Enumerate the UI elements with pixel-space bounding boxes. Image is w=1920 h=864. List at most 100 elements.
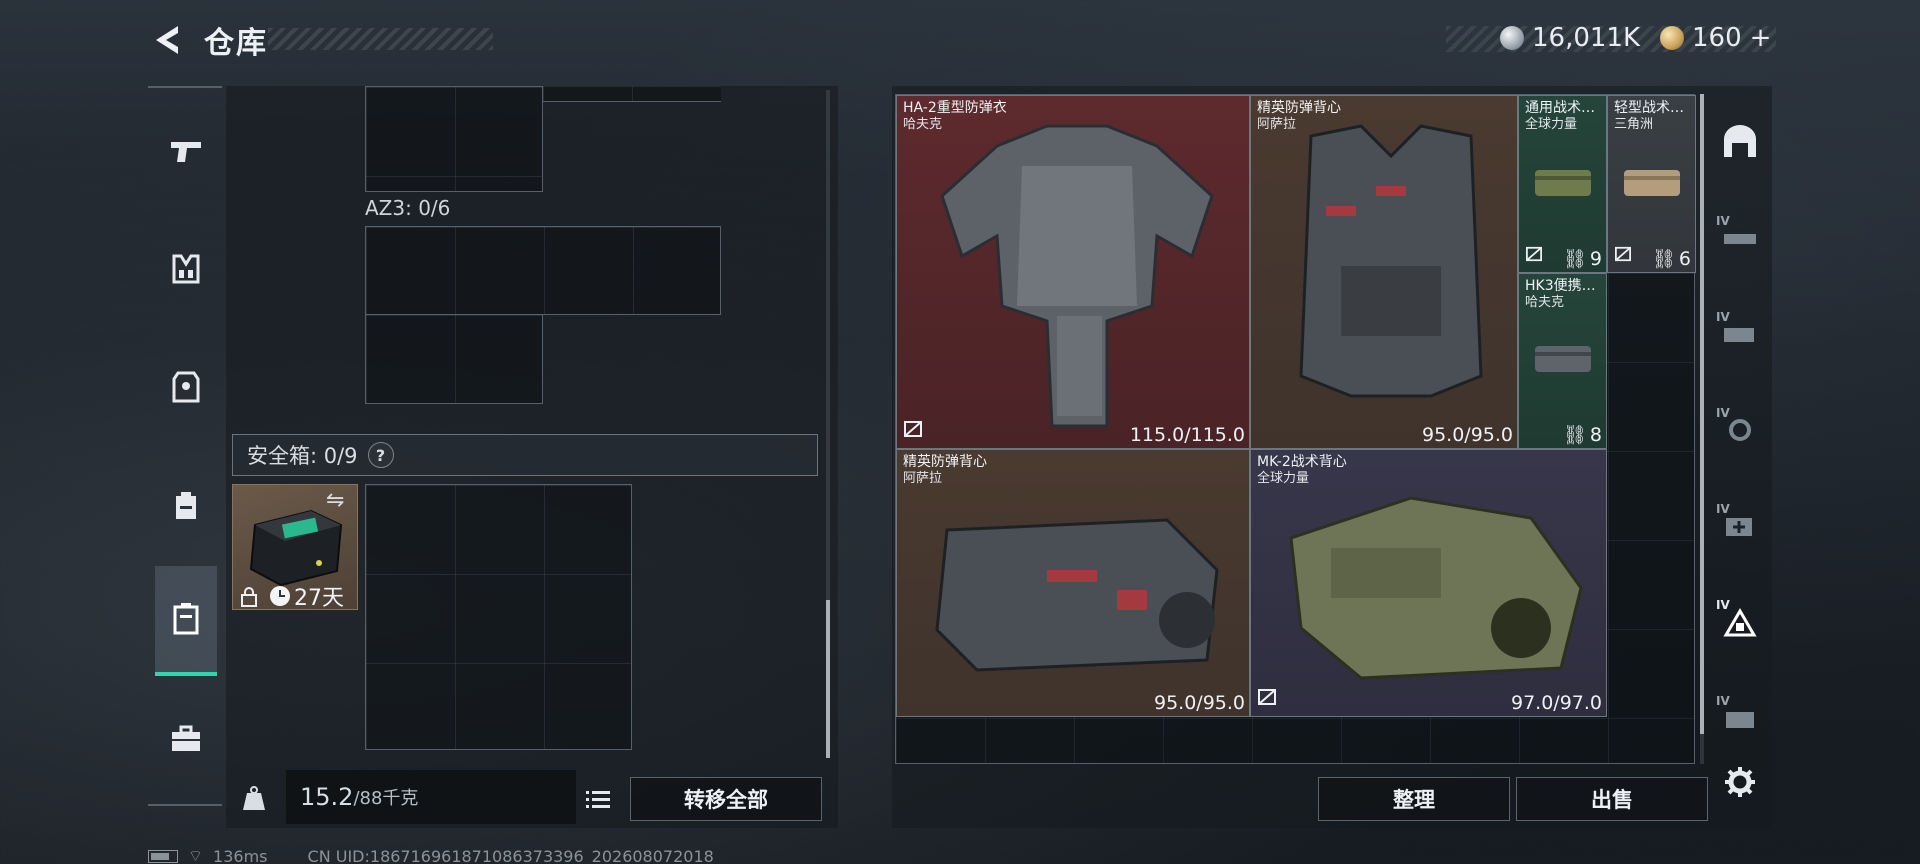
vault-icon <box>1724 125 1756 157</box>
silver-coin-icon <box>1500 26 1524 50</box>
stack-icon: ⛓ <box>1651 248 1676 270</box>
stash-tab-armor[interactable]: IV <box>1712 594 1768 650</box>
tan-pouch-image <box>1624 170 1680 196</box>
clock-icon <box>270 586 290 606</box>
gold-coin-icon <box>1660 26 1684 50</box>
back-arrow-icon <box>156 26 178 54</box>
heavy-armor-image <box>940 124 1214 428</box>
stash-item-vest[interactable]: 精英防弹背心 阿萨拉 95.0/95.0 <box>1250 95 1518 449</box>
uid-text: CN UID:186716961871086373396_20260807201… <box>307 846 714 864</box>
no-insure-icon <box>1525 246 1543 266</box>
back-button[interactable] <box>148 20 188 60</box>
title-decoration <box>268 28 493 50</box>
rail-tab-chest-rig[interactable] <box>155 238 217 300</box>
item-name: MK-2战术背心 <box>1257 454 1347 470</box>
safe-box-bar: 安全箱: 0/9 ? <box>232 434 818 476</box>
left-scrollbar-thumb[interactable] <box>826 600 830 758</box>
tier-label: IV <box>1716 694 1730 708</box>
rail-tab-helmet[interactable] <box>155 356 217 418</box>
stash-medical-icon <box>1726 518 1752 536</box>
armor-plate-icon <box>172 371 200 403</box>
green-pouch-image <box>1535 170 1591 196</box>
rail-divider <box>148 804 222 806</box>
item-count: ⛓ 9 <box>1562 247 1602 271</box>
weight-icon <box>240 784 268 812</box>
toolbox-icon <box>172 725 200 751</box>
tier-label: IV <box>1716 598 1730 612</box>
stash-tab-9[interactable]: IV <box>1712 690 1768 746</box>
currency-premium[interactable]: 160 + <box>1660 22 1771 54</box>
pouch-grid[interactable] <box>365 86 543 192</box>
stack-icon: ⛓ <box>1562 424 1587 446</box>
rail-tab-weapons[interactable] <box>155 120 217 182</box>
stash-ammo-icon <box>1724 328 1754 342</box>
stack-icon: ⛓ <box>1562 248 1587 270</box>
stash-item-pouch-tan[interactable]: 轻型战术… 三角洲 ⛓ 6 <box>1607 95 1696 273</box>
elite-vest-image <box>1299 124 1483 398</box>
safe-box-grid[interactable] <box>365 484 632 750</box>
stash-item-armor[interactable]: HA-2重型防弹衣 哈夫克 115.0/115.0 <box>896 95 1250 449</box>
stash-tab-6[interactable]: IV <box>1712 402 1768 458</box>
stash-tab-4[interactable]: IV <box>1712 210 1768 266</box>
rail-tab-toolbox[interactable] <box>155 708 217 770</box>
weight-value: 15.2 <box>300 783 354 811</box>
currency-main-value: 16,011K <box>1532 23 1641 53</box>
weight-display: 15.2 /88千克 <box>286 770 576 824</box>
item-durability: 95.0/95.0 <box>1421 424 1513 446</box>
stash-item-pouch-green[interactable]: 通用战术… 全球力量 ⛓ 9 <box>1518 95 1607 273</box>
swap-icon[interactable]: ⇋ <box>326 488 344 513</box>
sort-button[interactable]: 整理 <box>1318 777 1510 821</box>
stash-folder-icon <box>1726 712 1754 728</box>
az3-grid-bottom[interactable] <box>365 314 543 404</box>
tier-label: IV <box>1716 214 1730 228</box>
no-insure-icon <box>1614 246 1632 266</box>
item-name: 通用战术… <box>1525 100 1595 116</box>
stash-scrollbar-thumb[interactable] <box>1700 94 1704 734</box>
item-count: ⛓ 6 <box>1651 247 1691 271</box>
ping-value: 136ms <box>213 846 268 864</box>
item-brand: 阿萨拉 <box>903 471 943 486</box>
expiry-timer: 27天 <box>270 580 344 612</box>
sell-button[interactable]: 出售 <box>1516 777 1708 821</box>
item-durability: 115.0/115.0 <box>1129 424 1245 446</box>
help-button[interactable]: ? <box>367 442 394 468</box>
stash-item-mk2-vest[interactable]: MK-2战术背心 全球力量 97.0/97.0 <box>1250 449 1607 717</box>
rail-tab-safe-box[interactable] <box>155 566 217 676</box>
safe-box-label: 安全箱: 0/9 <box>247 444 358 468</box>
backpack-icon <box>176 492 196 519</box>
stash-tab-5[interactable]: IV <box>1712 306 1768 362</box>
stash-item-vest[interactable]: 精英防弹背心 阿萨拉 95.0/95.0 <box>896 449 1250 717</box>
stash-tab-7[interactable]: IV <box>1712 498 1768 554</box>
list-icon <box>586 791 610 808</box>
settings-button[interactable] <box>1712 754 1768 810</box>
tier-label: IV <box>1716 310 1730 324</box>
battery-icon <box>148 849 178 863</box>
item-durability: 97.0/97.0 <box>1510 692 1602 714</box>
item-name: 轻型战术… <box>1614 100 1684 116</box>
pouch-grid-edge <box>543 86 721 102</box>
item-durability: 95.0/95.0 <box>1153 692 1245 714</box>
rail-tab-backpack[interactable] <box>155 474 217 536</box>
item-name: HK3便携… <box>1525 278 1596 294</box>
stash-tab-main[interactable] <box>1712 114 1768 170</box>
item-name: 精英防弹背心 <box>1257 100 1341 116</box>
az3-label: AZ3: 0/6 <box>365 196 451 220</box>
stash-item-hk3[interactable]: HK3便携… 哈夫克 ⛓ 8 <box>1518 273 1607 449</box>
safe-box-icon <box>173 603 199 635</box>
elite-vest-side-image <box>935 518 1219 672</box>
item-brand: 哈夫克 <box>1525 295 1565 310</box>
item-count: ⛓ 8 <box>1562 423 1602 447</box>
no-insure-icon <box>1257 688 1277 710</box>
transfer-all-button[interactable]: 转移全部 <box>630 777 822 821</box>
status-line: ⌔ 136ms CN UID:186716961871086373396_202… <box>148 846 714 864</box>
mk2-vest-image <box>1289 496 1583 680</box>
item-brand: 三角洲 <box>1614 117 1654 132</box>
list-view-button[interactable] <box>582 784 614 814</box>
add-currency-button[interactable]: + <box>1750 23 1772 53</box>
rail-divider <box>148 86 222 88</box>
stash-rifle-icon <box>1724 234 1756 244</box>
currency-premium-value: 160 <box>1692 23 1742 53</box>
currency-main: 16,011K <box>1500 22 1640 54</box>
wifi-icon: ⌔ <box>188 846 204 864</box>
az3-grid-top[interactable] <box>365 226 721 315</box>
